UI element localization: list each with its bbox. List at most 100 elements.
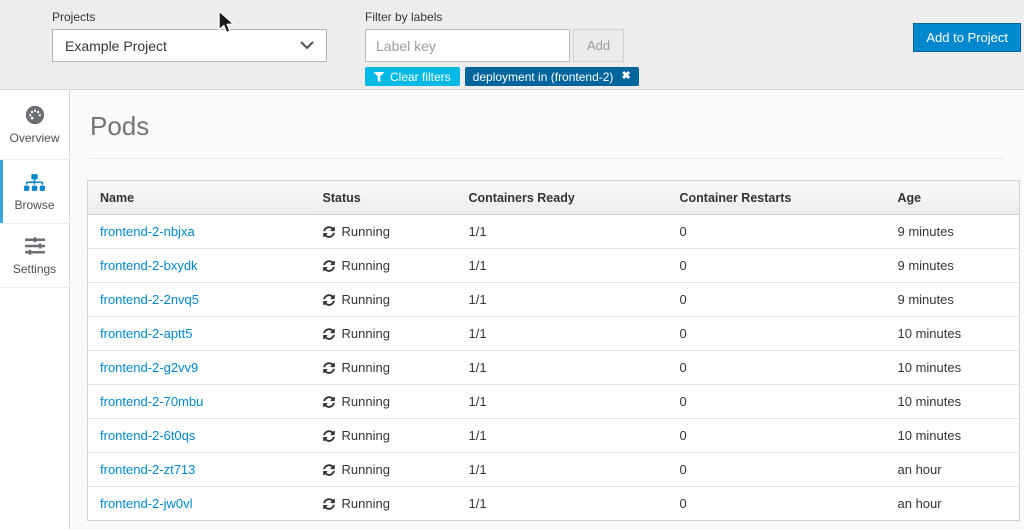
column-header-container-restarts: Container Restarts — [667, 180, 886, 215]
age-cell: 9 minutes — [885, 248, 1020, 283]
column-header-age: Age — [885, 180, 1020, 215]
pod-link[interactable]: frontend-2-g2vv9 — [100, 360, 198, 375]
refresh-icon — [322, 463, 335, 476]
filter-chip: deployment in (frontend-2) ✖ — [464, 67, 639, 86]
status-cell: Running — [310, 452, 457, 487]
clear-filters-button[interactable]: Clear filters — [365, 67, 460, 86]
chevron-down-icon — [300, 41, 314, 50]
project-select[interactable]: Example Project — [52, 29, 327, 62]
table-row: frontend-2-6t0qs Running 1/1 0 10 minute… — [87, 418, 1020, 453]
status-cell: Running — [310, 418, 457, 453]
pod-link[interactable]: frontend-2-aptt5 — [100, 326, 193, 341]
status-label: Running — [341, 394, 390, 409]
column-header-status: Status — [310, 180, 457, 215]
pod-link[interactable]: frontend-2-nbjxa — [100, 224, 195, 239]
chip-remove-icon[interactable]: ✖ — [621, 71, 630, 82]
column-header-name: Name — [87, 180, 311, 215]
age-cell: 9 minutes — [897, 224, 954, 239]
table-row: frontend-2-nbjxa Running 1/1 0 9 minutes — [88, 215, 1020, 249]
age-cell: 10 minutes — [885, 418, 1020, 453]
containers-ready-cell: 1/1 — [468, 224, 487, 239]
status-cell: Running — [310, 350, 457, 385]
project-selector-group: Projects Example Project — [52, 10, 327, 62]
pod-link[interactable]: frontend-2-bxydk — [100, 258, 198, 273]
name-cell: frontend-2-g2vv9 — [87, 350, 311, 385]
pod-link[interactable]: frontend-2-jw0vl — [100, 496, 193, 511]
containers-ready-cell: 1/1 — [456, 452, 668, 487]
table-row: frontend-2-bxydk Running 1/1 0 9 minutes — [87, 248, 1020, 283]
sidebar-item-browse[interactable]: Browse — [0, 160, 69, 224]
status-cell: Running — [310, 248, 457, 283]
refresh-icon — [322, 497, 335, 510]
age-cell: 10 minutes — [885, 350, 1020, 385]
age-cell: 10 minutes — [885, 384, 1020, 419]
container-restarts-cell: 0 — [667, 350, 886, 385]
table-row: frontend-2-zt713 Running 1/1 0 an hour — [87, 452, 1020, 487]
status-cell: Running — [310, 486, 457, 521]
status-label: Running — [341, 428, 390, 443]
column-header-containers-ready: Containers Ready — [456, 180, 668, 215]
pods-table: Name Status Containers Ready Container R… — [87, 180, 1020, 521]
table-row: frontend-2-g2vv9 Running 1/1 0 10 minute… — [87, 350, 1020, 385]
status-label: Running — [341, 360, 390, 375]
sidebar-item-settings[interactable]: Settings — [0, 224, 69, 288]
name-cell: frontend-2-nbjxa — [88, 215, 311, 249]
filter-icon — [374, 71, 384, 82]
sliders-icon — [24, 235, 45, 257]
table-row: frontend-2-aptt5 Running 1/1 0 10 minute… — [87, 316, 1020, 351]
container-restarts-cell: 0 — [667, 486, 886, 521]
containers-ready-cell: 1/1 — [456, 248, 668, 283]
container-restarts-cell: 0 — [667, 316, 886, 351]
status-label: Running — [341, 258, 390, 273]
filter-by-labels-label: Filter by labels — [365, 10, 443, 24]
label-key-input[interactable] — [365, 29, 570, 62]
status-label: Running — [341, 462, 390, 477]
toolbar: Projects Example Project Filter by label… — [0, 0, 1024, 90]
sidebar-item-label: Overview — [9, 131, 60, 145]
name-cell: frontend-2-zt713 — [87, 452, 311, 487]
container-restarts-cell: 0 — [679, 224, 687, 239]
status-label: Running — [341, 292, 390, 307]
refresh-icon — [322, 361, 335, 374]
add-to-project-button[interactable]: Add to Project — [913, 23, 1021, 52]
containers-ready-cell: 1/1 — [456, 350, 668, 385]
dashboard-icon — [24, 104, 46, 126]
refresh-icon — [322, 327, 335, 340]
pod-link[interactable]: frontend-2-2nvq5 — [100, 292, 199, 307]
refresh-icon — [322, 293, 335, 306]
containers-ready-cell: 1/1 — [456, 282, 668, 317]
active-filters-row: Clear filters deployment in (frontend-2)… — [365, 67, 639, 86]
pod-link[interactable]: frontend-2-zt713 — [100, 462, 195, 477]
status-label: Running — [341, 326, 390, 341]
age-cell: an hour — [885, 452, 1020, 487]
name-cell: frontend-2-bxydk — [87, 248, 311, 283]
status-label: Running — [341, 224, 390, 239]
main-content: Pods Name Status Containers Ready Contai… — [70, 90, 1024, 529]
title-divider — [89, 158, 1004, 159]
pod-link[interactable]: frontend-2-6t0qs — [100, 428, 195, 443]
container-restarts-cell: 0 — [667, 384, 886, 419]
name-cell: frontend-2-jw0vl — [87, 486, 311, 521]
name-cell: frontend-2-70mbu — [87, 384, 311, 419]
refresh-icon — [322, 395, 335, 408]
sidebar-item-overview[interactable]: Overview — [0, 90, 69, 160]
age-cell: an hour — [885, 486, 1020, 521]
projects-label: Projects — [52, 10, 96, 24]
containers-ready-cell: 1/1 — [456, 384, 668, 419]
sidebar-item-label: Browse — [14, 198, 55, 212]
table-row: frontend-2-2nvq5 Running 1/1 0 9 minutes — [87, 282, 1020, 317]
pod-link[interactable]: frontend-2-70mbu — [100, 394, 203, 409]
status-label: Running — [341, 496, 390, 511]
refresh-icon — [322, 225, 335, 238]
status-cell: Running — [311, 215, 457, 249]
containers-ready-cell: 1/1 — [456, 418, 668, 453]
table-row: frontend-2-70mbu Running 1/1 0 10 minute… — [87, 384, 1020, 419]
sidebar: Overview Browse Settings — [0, 90, 70, 529]
refresh-icon — [322, 259, 335, 272]
age-cell: 10 minutes — [885, 316, 1020, 351]
refresh-icon — [322, 429, 335, 442]
add-button[interactable]: Add — [573, 29, 625, 62]
age-cell: 9 minutes — [885, 282, 1020, 317]
containers-ready-cell: 1/1 — [456, 486, 668, 521]
container-restarts-cell: 0 — [667, 282, 886, 317]
